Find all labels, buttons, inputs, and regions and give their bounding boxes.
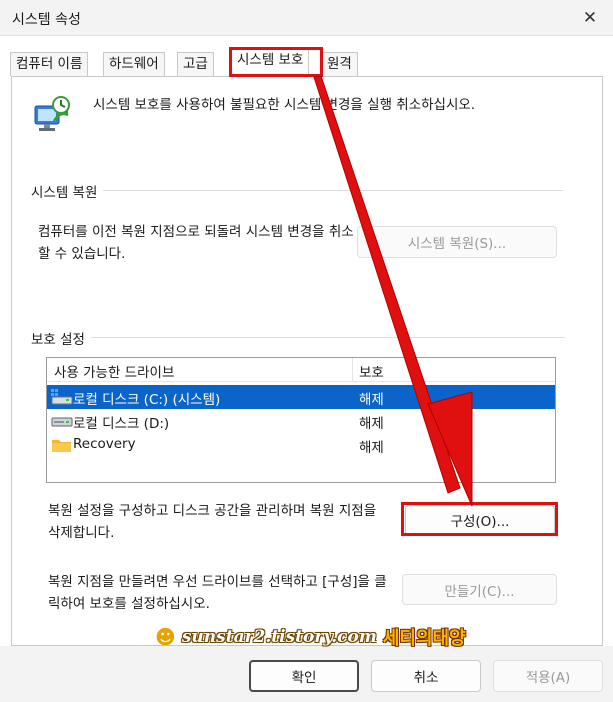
group-divider [31, 190, 563, 191]
tab-system-protection[interactable]: 시스템 보호 [231, 48, 310, 77]
protection-settings-group: 보호 설정 [31, 328, 565, 348]
drive-row-c[interactable]: 로컬 디스크 (C:) (시스템) 해제 [47, 385, 555, 409]
configure-button[interactable]: 구성(O)... [405, 505, 555, 535]
drive-protection-status: 해제 [359, 440, 384, 456]
folder-icon [51, 437, 73, 453]
watermark-name: 세티의태양 [382, 628, 466, 649]
drive-row-recovery[interactable]: Recovery 해제 [47, 433, 555, 457]
column-divider[interactable] [352, 358, 353, 382]
watermark: ☻ sunstar2.tistory.com 세티의태양 [155, 622, 466, 652]
window-title: 시스템 속성 [12, 12, 81, 28]
tab-hardware[interactable]: 하드웨어 [103, 52, 165, 76]
drive-icon [51, 413, 73, 429]
tab-advanced[interactable]: 고급 [177, 52, 214, 76]
drive-list[interactable]: 사용 가능한 드라이브 보호 로컬 디스크 (C:) (시스템) 해제 로컬 디… [46, 357, 556, 483]
drive-protection-status: 해제 [359, 392, 384, 408]
drive-name: 로컬 디스크 (C:) (시스템) [73, 392, 221, 408]
system-restore-group: 시스템 복원 [31, 181, 563, 201]
group-divider [31, 337, 565, 338]
drive-row-d[interactable]: 로컬 디스크 (D:) 해제 [47, 409, 555, 433]
watermark-url: sunstar2.tistory.com [181, 627, 377, 647]
tab-bar: 컴퓨터 이름 하드웨어 고급 시스템 보호 원격 [10, 48, 604, 77]
smiley-icon: ☻ [155, 625, 176, 649]
drive-name: Recovery [73, 436, 136, 452]
tab-computer-name[interactable]: 컴퓨터 이름 [10, 52, 89, 76]
system-drive-icon [51, 389, 73, 405]
create-description: 복원 지점을 만들려면 우선 드라이브를 선택하고 [구성]을 클릭하여 보호를… [48, 574, 387, 612]
column-header-drives[interactable]: 사용 가능한 드라이브 [54, 361, 174, 381]
column-header-protection[interactable]: 보호 [359, 361, 384, 381]
protection-settings-label: 보호 설정 [31, 328, 91, 348]
drive-name: 로컬 디스크 (D:) [73, 416, 170, 432]
title-bar: 시스템 속성 ✕ [0, 0, 613, 36]
list-header: 사용 가능한 드라이브 보호 [47, 358, 555, 382]
cancel-button[interactable]: 취소 [371, 660, 481, 692]
tab-remote[interactable]: 원격 [321, 52, 358, 76]
restore-description: 컴퓨터를 이전 복원 지점으로 되돌려 시스템 변경을 취소할 수 있습니다. [38, 224, 354, 262]
system-protection-icon [32, 95, 72, 135]
apply-button[interactable]: 적용(A) [493, 660, 603, 692]
intro-text: 시스템 보호를 사용하여 불필요한 시스템 변경을 실행 취소하십시오. [93, 97, 476, 113]
system-restore-button[interactable]: 시스템 복원(S)... [357, 226, 557, 258]
system-restore-label: 시스템 복원 [31, 181, 104, 201]
ok-button[interactable]: 확인 [249, 660, 359, 692]
close-button[interactable]: ✕ [567, 0, 613, 36]
close-icon: ✕ [582, 8, 598, 28]
drive-protection-status: 해제 [359, 416, 384, 432]
configure-description: 복원 설정을 구성하고 디스크 공간을 관리하며 복원 지점을 삭제합니다. [48, 503, 377, 541]
create-button[interactable]: 만들기(C)... [402, 574, 557, 605]
